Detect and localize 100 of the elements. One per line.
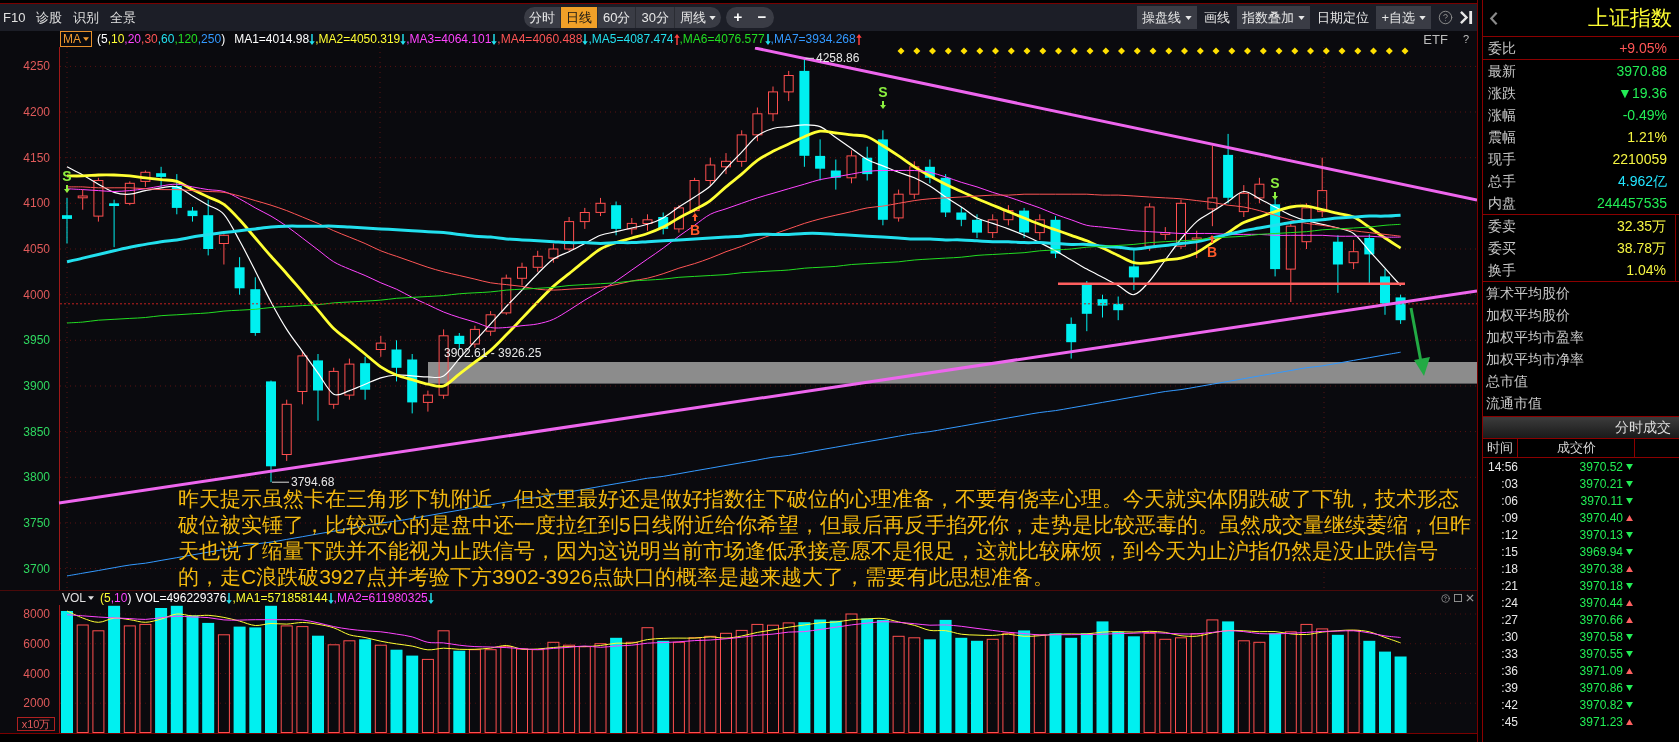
- stat-label: 涨跌: [1488, 83, 1516, 103]
- candle: [1050, 215, 1061, 259]
- trade-time: :06: [1500, 492, 1518, 510]
- trade-time: :27: [1500, 611, 1518, 629]
- volume-axis-label: 2000: [23, 696, 50, 711]
- volume-axis-label: 8000: [23, 607, 50, 621]
- price-axis-label: 4000: [23, 287, 50, 302]
- candle: [501, 274, 512, 316]
- help-label[interactable]: ?: [1462, 33, 1469, 45]
- candle: [422, 390, 433, 413]
- candle: [721, 152, 731, 175]
- ma-period: (5: [100, 592, 111, 604]
- zoom-button[interactable]: −: [749, 7, 774, 28]
- ma-value: ,MA5=4087.474: [588, 33, 674, 45]
- arrow-up-icon: [1209, 235, 1215, 243]
- volume-axis-label: 6000: [23, 636, 50, 651]
- help-icon[interactable]: [1438, 10, 1453, 25]
- volume-value: VOL=496229376: [135, 592, 227, 604]
- trade-time: :21: [1500, 577, 1518, 595]
- tool-dropdown[interactable]: 指数叠加: [1237, 6, 1311, 29]
- tool-dropdown[interactable]: +自选: [1376, 6, 1431, 29]
- close-icon[interactable]: [1466, 594, 1474, 602]
- trade-time: :36: [1500, 662, 1518, 680]
- period-tab[interactable]: 60分: [597, 7, 636, 28]
- stat-label: 总市值: [1486, 371, 1528, 391]
- candle: [893, 189, 904, 223]
- candle: [611, 201, 622, 236]
- stat-label: 涨幅: [1488, 105, 1516, 125]
- diamond-marker-icon: [1244, 47, 1251, 55]
- candle: [768, 86, 778, 122]
- period-tab[interactable]: 日线: [560, 7, 597, 28]
- tool-link[interactable]: 画线: [1204, 7, 1231, 28]
- candle: [77, 189, 88, 211]
- nav-link[interactable]: 识别: [73, 7, 100, 28]
- candle: [626, 217, 637, 235]
- candle: [375, 335, 386, 358]
- diamond-marker-icon: [1118, 47, 1125, 55]
- stat-value: 32.35万: [1616, 216, 1666, 236]
- nav-link[interactable]: 全景: [110, 7, 137, 28]
- indicator-dropdown[interactable]: VOL: [62, 592, 94, 604]
- price-axis-label: 4200: [23, 105, 50, 119]
- stat-label: 加权平均股价: [1486, 305, 1570, 325]
- stat-value: 4.962亿: [1617, 171, 1667, 191]
- stat-value: 1.21%: [1627, 127, 1667, 147]
- trade-time: :42: [1500, 696, 1518, 714]
- stat-value: 38.78万: [1616, 238, 1666, 258]
- candle: [1317, 157, 1328, 218]
- stat-label: 委比: [1488, 38, 1516, 58]
- trades-header: 分时成交: [1483, 416, 1679, 438]
- candle: [1019, 207, 1030, 239]
- price-axis-label: 3750: [23, 516, 50, 530]
- candle: [1348, 239, 1359, 270]
- ma-value: ,MA3=4064.101: [406, 33, 492, 45]
- indicator-dropdown[interactable]: MA: [60, 31, 92, 47]
- zoom-button[interactable]: +: [725, 7, 750, 28]
- diamond-marker-icon: [992, 47, 999, 55]
- ma-period: ,20: [124, 33, 142, 45]
- arrow-down-icon: [880, 101, 886, 109]
- volume-axis-label: 4000: [23, 666, 50, 681]
- down-arrow: [1409, 307, 1430, 376]
- help-icon[interactable]: [1441, 593, 1450, 603]
- maximize-icon[interactable]: [1454, 594, 1462, 602]
- nav-link[interactable]: 诊股: [36, 7, 63, 28]
- column-header: 时间: [1483, 439, 1518, 457]
- price-axis-label: 3800: [23, 470, 50, 485]
- ma-period: ,10: [110, 592, 128, 604]
- nav-link[interactable]: F10: [3, 7, 26, 28]
- chevron-bar-icon[interactable]: [1460, 11, 1473, 24]
- etf-label: ETF: [1423, 32, 1448, 46]
- trade-price: 3970.40: [1579, 509, 1623, 527]
- price-axis-label: 4050: [23, 242, 50, 256]
- trade-price: 3969.94: [1579, 543, 1623, 561]
- period-tab[interactable]: 30分: [635, 7, 674, 28]
- ma-period: ,120: [174, 33, 198, 45]
- tool-link[interactable]: 日期定位: [1317, 7, 1370, 28]
- candle: [830, 159, 841, 191]
- candle: [1395, 294, 1406, 325]
- caret-icon: [83, 37, 89, 41]
- trade-time: :33: [1500, 645, 1518, 663]
- trade-time: :03: [1500, 475, 1518, 493]
- trade-price: 3970.58: [1579, 628, 1623, 646]
- candle: [673, 204, 684, 234]
- candle: [924, 159, 935, 184]
- candle: [1113, 296, 1124, 321]
- candle: [1003, 204, 1014, 226]
- signal-marker: S: [62, 168, 72, 184]
- candle: [344, 358, 355, 401]
- period-tab[interactable]: 周线: [673, 7, 721, 28]
- stat-value: 2210059: [1612, 149, 1667, 169]
- price-axis-label: 3700: [23, 561, 50, 576]
- chevron-left-icon[interactable]: [1489, 10, 1498, 26]
- signal-marker: S: [1270, 175, 1280, 191]
- period-tab[interactable]: 分时: [524, 7, 560, 28]
- candle: [156, 166, 167, 188]
- candle: [1034, 213, 1045, 241]
- tool-dropdown[interactable]: 操盘线: [1137, 6, 1198, 29]
- stat-label: 加权平均市盈率: [1486, 327, 1584, 347]
- candle: [579, 207, 590, 230]
- trade-price: 3970.21: [1579, 475, 1623, 493]
- candle: [1144, 202, 1155, 252]
